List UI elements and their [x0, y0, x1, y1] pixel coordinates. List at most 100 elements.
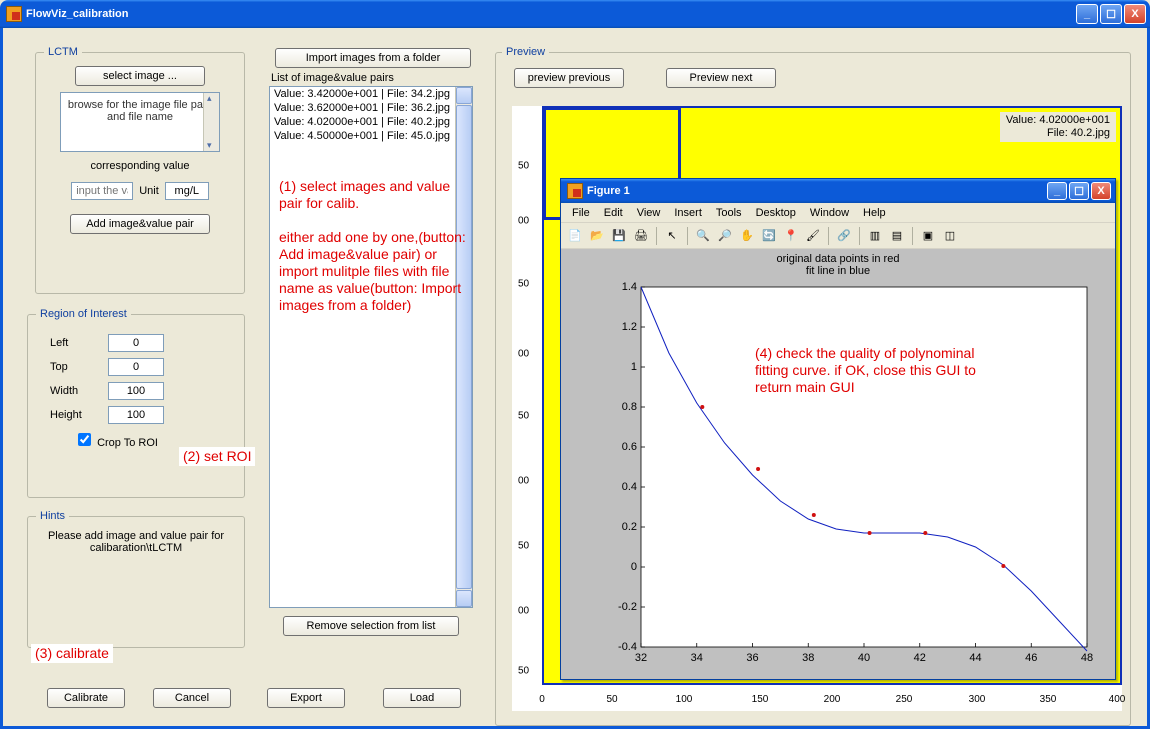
list-item[interactable]: Value: 3.42000e+001 | File: 34.2.jpg	[270, 87, 472, 101]
show-tools-icon[interactable]: ◫	[940, 226, 960, 246]
crop-to-roi-label: Crop To ROI	[97, 437, 158, 449]
new-figure-icon[interactable]: 📄	[565, 226, 585, 246]
select-image-button[interactable]: select image ...	[75, 66, 205, 86]
annotation-1: (1) select images and value pair for cal…	[279, 178, 475, 314]
preview-previous-button[interactable]: preview previous	[514, 68, 624, 88]
lctm-panel: LCTM select image ... browse for the ima…	[35, 46, 245, 294]
unit-label: Unit	[139, 185, 159, 197]
figure-maximize-button[interactable]: ☐	[1069, 182, 1089, 200]
legend-icon[interactable]: ▤	[887, 226, 907, 246]
save-icon[interactable]: 💾	[609, 226, 629, 246]
menu-desktop[interactable]: Desktop	[751, 205, 801, 221]
zoom-in-icon[interactable]: 🔍	[693, 226, 713, 246]
figure-toolbar[interactable]: 📄 📂 💾 🖨 ↖ 🔍 🔎 ✋ 🔄 📍 🖌 🔗 ▥ ▤ ▣ ◫	[561, 223, 1115, 249]
colorbar-icon[interactable]: ▥	[865, 226, 885, 246]
brush-icon[interactable]: 🖌	[803, 226, 823, 246]
preview-xtick: 200	[824, 694, 841, 705]
list-item[interactable]: Value: 4.02000e+001 | File: 40.2.jpg	[270, 115, 472, 129]
maximize-button[interactable]: ☐	[1100, 4, 1122, 24]
image-path-textarea[interactable]: browse for the image file path and file …	[60, 92, 220, 152]
pointer-icon[interactable]: ↖	[662, 226, 682, 246]
crop-to-roi-checkbox[interactable]	[78, 433, 91, 446]
calibrate-button[interactable]: Calibrate	[47, 688, 125, 708]
menu-view[interactable]: View	[632, 205, 666, 221]
svg-text:42: 42	[914, 652, 926, 664]
unit-input[interactable]	[165, 182, 209, 200]
figure-minimize-button[interactable]: _	[1047, 182, 1067, 200]
link-icon[interactable]: 🔗	[834, 226, 854, 246]
svg-text:-0.2: -0.2	[618, 601, 637, 613]
load-button[interactable]: Load	[383, 688, 461, 708]
export-button[interactable]: Export	[267, 688, 345, 708]
figure-axes-container: original data points in red fit line in …	[561, 249, 1115, 679]
import-folder-button[interactable]: Import images from a folder	[275, 48, 471, 68]
roi-width-input[interactable]	[108, 382, 164, 400]
figure-window[interactable]: Figure 1 _ ☐ X File Edit View Insert Too…	[560, 178, 1116, 680]
menu-help[interactable]: Help	[858, 205, 891, 221]
preview-xtick: 100	[676, 694, 693, 705]
preview-ytick: 00	[518, 216, 529, 227]
svg-text:0: 0	[631, 561, 637, 573]
svg-text:36: 36	[746, 652, 758, 664]
pairs-listbox[interactable]: Value: 3.42000e+001 | File: 34.2.jpg Val…	[269, 86, 473, 608]
image-path-placeholder: browse for the image file path and file …	[68, 99, 212, 123]
preview-ytick: 00	[518, 606, 529, 617]
svg-text:34: 34	[691, 652, 703, 664]
roi-height-input[interactable]	[108, 406, 164, 424]
svg-text:0.6: 0.6	[622, 441, 637, 453]
roi-top-label: Top	[50, 361, 90, 373]
scroll-down-icon[interactable]	[456, 590, 472, 607]
figure-titlebar[interactable]: Figure 1 _ ☐ X	[561, 179, 1115, 203]
scroll-up-icon[interactable]	[456, 87, 472, 104]
svg-text:1: 1	[631, 361, 637, 373]
preview-ytick: 00	[518, 349, 529, 360]
value-input[interactable]	[71, 182, 133, 200]
annotation-3: (3) calibrate	[31, 644, 113, 663]
open-icon[interactable]: 📂	[587, 226, 607, 246]
remove-selection-button[interactable]: Remove selection from list	[283, 616, 459, 636]
menu-file[interactable]: File	[567, 205, 595, 221]
hide-tools-icon[interactable]: ▣	[918, 226, 938, 246]
preview-ytick: 50	[518, 666, 529, 677]
preview-next-button[interactable]: Preview next	[666, 68, 776, 88]
preview-ytick: 50	[518, 411, 529, 422]
menu-tools[interactable]: Tools	[711, 205, 747, 221]
svg-text:32: 32	[635, 652, 647, 664]
preview-ytick: 50	[518, 161, 529, 172]
roi-height-label: Height	[50, 409, 90, 421]
corresponding-value-label: corresponding value	[44, 160, 236, 172]
preview-xtick: 250	[896, 694, 913, 705]
roi-legend: Region of Interest	[36, 308, 131, 320]
rotate-icon[interactable]: 🔄	[759, 226, 779, 246]
preview-xtick: 150	[752, 694, 769, 705]
toolbar-separator	[828, 227, 829, 245]
figure-plot-title: original data points in red fit line in …	[561, 253, 1115, 277]
svg-text:1.4: 1.4	[622, 281, 637, 293]
main-titlebar[interactable]: FlowViz_calibration _ ☐ X	[0, 0, 1150, 28]
close-button[interactable]: X	[1124, 4, 1146, 24]
zoom-out-icon[interactable]: 🔎	[715, 226, 735, 246]
roi-top-input[interactable]	[108, 358, 164, 376]
figure-close-button[interactable]: X	[1091, 182, 1111, 200]
data-cursor-icon[interactable]: 📍	[781, 226, 801, 246]
lctm-legend: LCTM	[44, 46, 82, 58]
listbox-scrollbar[interactable]	[455, 87, 472, 607]
textarea-scrollbar[interactable]	[203, 93, 219, 151]
list-item[interactable]: Value: 3.62000e+001 | File: 36.2.jpg	[270, 101, 472, 115]
menu-window[interactable]: Window	[805, 205, 854, 221]
minimize-button[interactable]: _	[1076, 4, 1098, 24]
preview-xtick: 400	[1109, 694, 1126, 705]
print-icon[interactable]: 🖨	[631, 226, 651, 246]
add-pair-button[interactable]: Add image&value pair	[70, 214, 210, 234]
cancel-button[interactable]: Cancel	[153, 688, 231, 708]
roi-width-label: Width	[50, 385, 90, 397]
menu-insert[interactable]: Insert	[669, 205, 707, 221]
figure-menubar[interactable]: File Edit View Insert Tools Desktop Wind…	[561, 203, 1115, 223]
preview-ytick: 00	[518, 476, 529, 487]
list-item[interactable]: Value: 4.50000e+001 | File: 45.0.jpg	[270, 129, 472, 143]
toolbar-separator	[656, 227, 657, 245]
pan-icon[interactable]: ✋	[737, 226, 757, 246]
roi-left-input[interactable]	[108, 334, 164, 352]
svg-text:1.2: 1.2	[622, 321, 637, 333]
menu-edit[interactable]: Edit	[599, 205, 628, 221]
